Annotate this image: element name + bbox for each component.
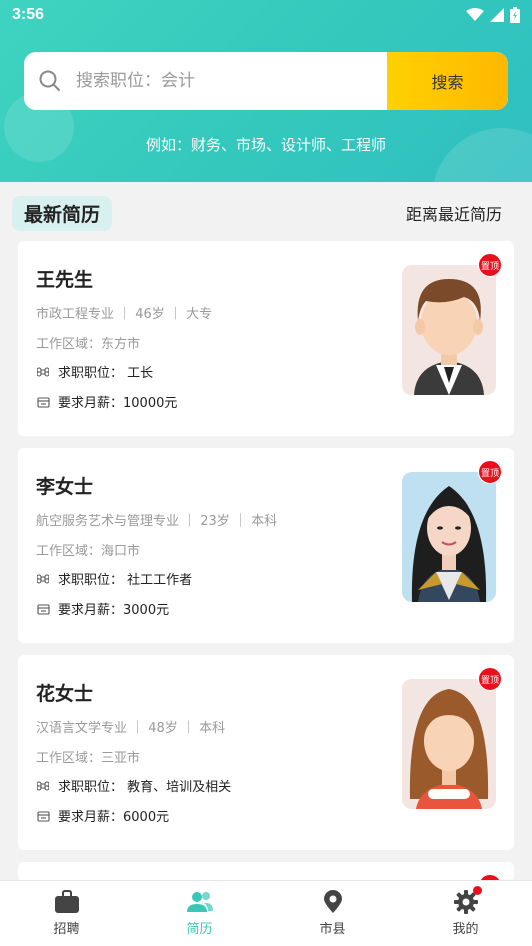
nav-label: 招聘	[53, 922, 80, 937]
bottom-nav: 招聘 简历 市县 我的	[0, 880, 532, 946]
avatar	[402, 265, 496, 395]
search-button[interactable]: 搜索	[387, 52, 508, 110]
status-icons	[466, 7, 520, 23]
wallet-icon	[36, 602, 50, 616]
nearest-resumes-link[interactable]: 距离最近简历	[406, 201, 520, 225]
search-icon	[24, 70, 76, 92]
section-title[interactable]: 最新简历	[12, 195, 113, 231]
nav-label: 市县	[319, 922, 346, 937]
command-icon	[36, 779, 50, 793]
work-area: 工作区域：三亚市	[36, 751, 141, 766]
pinned-badge: 置顶	[478, 460, 502, 484]
nav-item-recruit[interactable]: 招聘	[0, 881, 133, 946]
job-title: 求职职位： 工长	[58, 366, 154, 381]
nav-item-resume[interactable]: 简历	[133, 881, 266, 946]
job-title: 求职职位： 社工工作者	[58, 573, 193, 588]
salary-row: 要求月薪：3000元	[36, 599, 169, 618]
search-hint: 例如：财务、市场、设计师、工程师	[145, 136, 386, 154]
resume-card[interactable]: 王先生 市政工程专业 ｜ 46岁 ｜ 大专 工作区域：东方市 求职职位： 工长 …	[18, 241, 514, 436]
command-icon	[36, 572, 50, 586]
resume-card[interactable]: 李女士 航空服务艺术与管理专业 ｜ 23岁 ｜ 本科 工作区域：海口市 求职职位…	[18, 448, 514, 643]
pinned-badge: 置顶	[478, 667, 502, 691]
nav-item-city[interactable]: 市县	[266, 881, 399, 946]
battery-icon	[510, 7, 520, 23]
candidate-name: 花女士	[36, 683, 94, 705]
map-pin-icon	[323, 890, 342, 913]
wallet-icon	[36, 809, 50, 823]
candidate-name: 王先生	[36, 269, 94, 291]
section-header: 最新简历 距离最近简历	[12, 195, 520, 231]
salary: 要求月薪：3000元	[58, 603, 170, 618]
command-icon	[36, 365, 50, 379]
pinned-badge: 置顶	[478, 253, 502, 277]
salary-row: 要求月薪：10000元	[36, 392, 177, 411]
salary: 要求月薪：6000元	[58, 810, 170, 825]
candidate-meta: 汉语言文学专业 ｜ 48岁 ｜ 本科	[36, 721, 226, 736]
candidate-meta: 航空服务艺术与管理专业 ｜ 23岁 ｜ 本科	[36, 514, 278, 529]
work-area: 工作区域：海口市	[36, 544, 141, 559]
job-row: 求职职位： 教育、培训及相关	[36, 776, 231, 795]
avatar	[402, 679, 496, 809]
salary: 要求月薪：10000元	[58, 396, 178, 411]
candidate-meta: 市政工程专业 ｜ 46岁 ｜ 大专	[36, 307, 213, 322]
status-bar: 3:56	[0, 0, 532, 30]
search-input[interactable]	[76, 52, 387, 110]
work-area: 工作区域：东方市	[36, 337, 141, 352]
nav-label: 我的	[452, 922, 479, 937]
resume-card-partial[interactable]	[18, 862, 514, 898]
status-time: 3:56	[12, 6, 45, 23]
job-row: 求职职位： 工长	[36, 362, 153, 381]
job-title: 求职职位： 教育、培训及相关	[58, 780, 232, 795]
wallet-icon	[36, 395, 50, 409]
nav-label: 简历	[186, 922, 213, 937]
salary-row: 要求月薪：6000元	[36, 806, 169, 825]
users-icon	[186, 892, 213, 912]
header: 3:56 搜索 例如：财务、市场、设计师、工程师	[0, 0, 532, 182]
briefcase-icon	[54, 890, 79, 913]
photo-avatar	[402, 472, 496, 602]
resume-card[interactable]: 花女士 汉语言文学专业 ｜ 48岁 ｜ 本科 工作区域：三亚市 求职职位： 教育…	[18, 655, 514, 850]
signal-icon	[490, 8, 504, 22]
nav-item-mine[interactable]: 我的	[399, 881, 532, 946]
job-row: 求职职位： 社工工作者	[36, 569, 192, 588]
notification-dot	[473, 886, 482, 895]
candidate-name: 李女士	[36, 476, 94, 498]
wifi-icon	[466, 8, 484, 21]
search-bar: 搜索	[24, 52, 508, 110]
